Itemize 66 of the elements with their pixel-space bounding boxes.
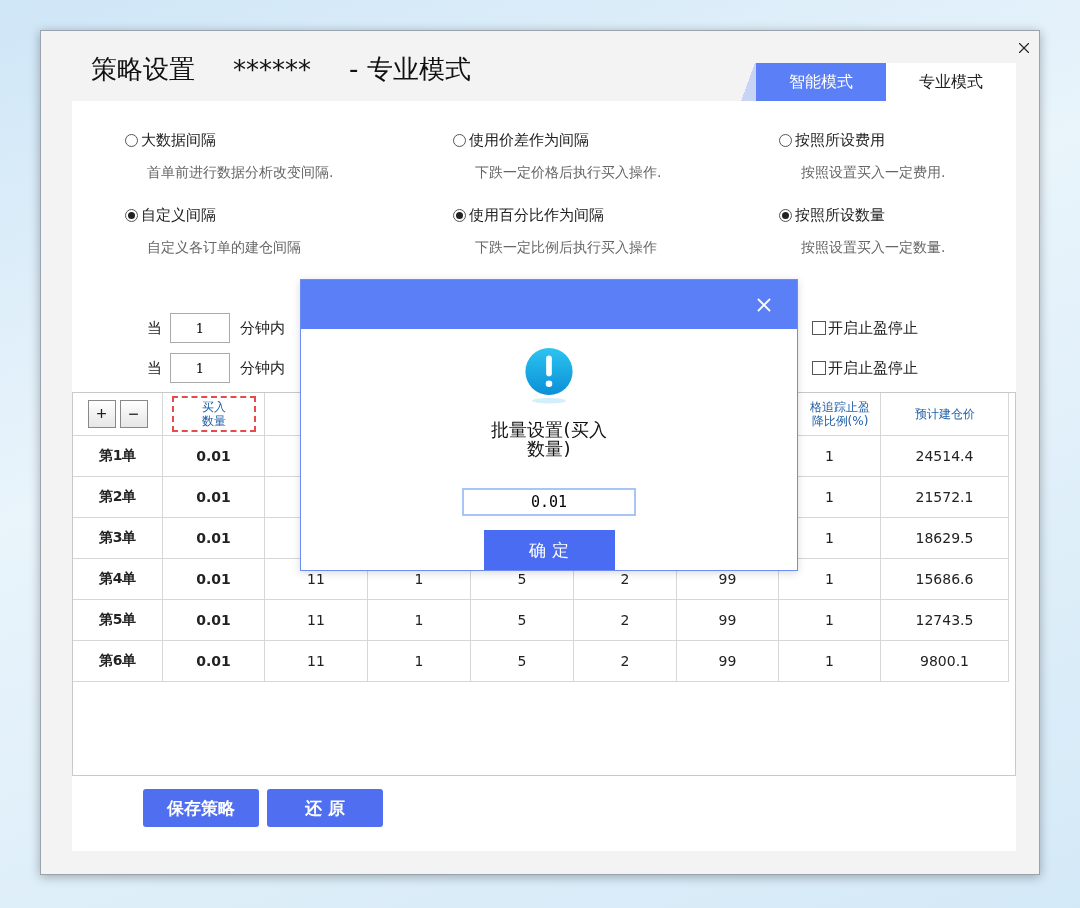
table-cell: 第3单 <box>73 518 163 559</box>
interval-label: 分钟内 <box>240 358 285 378</box>
radio-option[interactable]: 按照所设数量 <box>779 206 1016 225</box>
table-cell: 0.01 <box>163 641 265 682</box>
stop-checkbox[interactable]: 开启止盈停止 <box>812 318 918 338</box>
table-cell: 0.01 <box>163 518 265 559</box>
table-cell: 21572.1 <box>881 477 1009 518</box>
table-cell: 24514.4 <box>881 436 1009 477</box>
column-header: 预计建仓价 <box>913 406 976 423</box>
stop-checkbox[interactable]: 开启止盈停止 <box>812 358 918 378</box>
quantity-field[interactable]: 0.01 <box>462 487 636 517</box>
account-mask: ****** <box>233 54 311 85</box>
mode-tab[interactable]: 智能模式 <box>756 63 886 101</box>
table-cell: 第6单 <box>73 641 163 682</box>
radio-option[interactable]: 大数据间隔 <box>125 131 453 150</box>
table-cell: 0.01 <box>163 559 265 600</box>
interval-label: 当 <box>147 358 162 378</box>
interval-label: 当 <box>147 318 162 338</box>
column-header: 买入 数量 <box>171 396 256 432</box>
table-cell: 18629.5 <box>881 518 1009 559</box>
table-cell: 0.01 <box>163 600 265 641</box>
restore-button[interactable]: 还 原 <box>267 789 383 827</box>
table-cell: 第4单 <box>73 559 163 600</box>
table-cell: 第2单 <box>73 477 163 518</box>
option-description: 下跌一定比例后执行买入操作 <box>474 239 658 257</box>
radio-option[interactable]: 使用百分比作为间隔 <box>453 206 779 225</box>
table-cell: 15686.6 <box>881 559 1009 600</box>
save-button[interactable]: 保存策略 <box>143 789 259 827</box>
dialog-message: 批量设置(买入 数量) <box>491 419 607 458</box>
table-cell: 1 <box>368 641 471 682</box>
table-cell: 99 <box>677 641 779 682</box>
table-cell: 第1单 <box>73 436 163 477</box>
radio-option[interactable]: 使用价差作为间隔 <box>453 131 779 150</box>
option-description: 首单前进行数据分析改变间隔. <box>146 164 335 182</box>
remove-button[interactable]: − <box>119 400 148 428</box>
table-cell: 2 <box>574 600 677 641</box>
option-description: 自定义各订单的建仓间隔 <box>146 239 302 257</box>
table-cell: 2 <box>574 641 677 682</box>
table-cell: 5 <box>471 641 574 682</box>
minutes-field[interactable]: 1 <box>170 353 230 383</box>
table-cell: 0.01 <box>163 477 265 518</box>
table-cell: 11 <box>265 600 368 641</box>
mode-title: - 专业模式 <box>349 53 471 86</box>
column-header: 格追踪止盈 降比例(%) <box>809 399 871 430</box>
alert-icon <box>523 347 575 404</box>
table-cell: 11 <box>265 641 368 682</box>
table-cell: 12743.5 <box>881 600 1009 641</box>
option-description: 按照设置买入一定费用. <box>800 164 947 182</box>
table-cell: 9800.1 <box>881 641 1009 682</box>
add-button[interactable]: + <box>87 400 116 428</box>
radio-option[interactable]: 按照所设费用 <box>779 131 1016 150</box>
table-cell: 5 <box>471 600 574 641</box>
table-cell: 99 <box>677 600 779 641</box>
table-cell: 第5单 <box>73 600 163 641</box>
option-description: 按照设置买入一定数量. <box>800 239 947 257</box>
option-description: 下跌一定价格后执行买入操作. <box>474 164 663 182</box>
interval-label: 分钟内 <box>240 318 285 338</box>
radio-option[interactable]: 自定义间隔 <box>125 206 453 225</box>
window-title: 策略设置 <box>91 53 195 86</box>
table-cell: 1 <box>779 641 881 682</box>
mode-tab[interactable]: 专业模式 <box>886 63 1016 101</box>
table-cell: 1 <box>779 600 881 641</box>
confirm-button[interactable]: 确 定 <box>483 530 615 570</box>
table-cell: 0.01 <box>163 436 265 477</box>
table-cell: 1 <box>368 600 471 641</box>
minutes-field[interactable]: 1 <box>170 313 230 343</box>
